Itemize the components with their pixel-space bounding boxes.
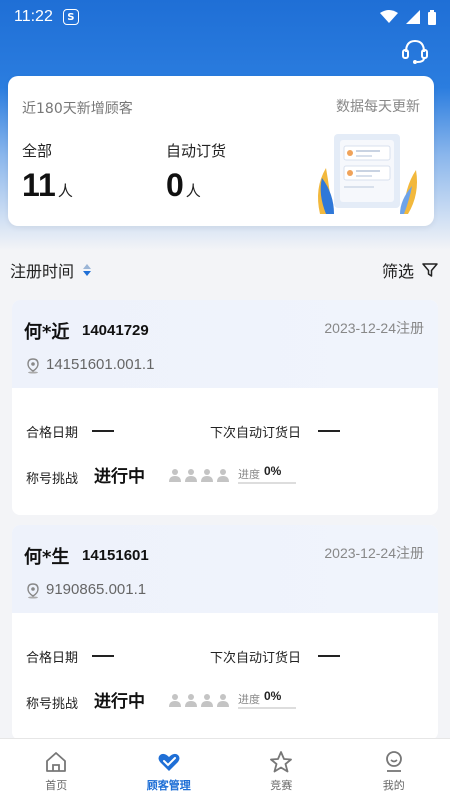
progress-value: 0% xyxy=(264,689,282,703)
new-customers-summary-card: 近180天新增顾客 数据每天更新 全部 11 人 自动订货 0人 xyxy=(8,76,434,226)
home-icon xyxy=(46,752,67,772)
status-icons xyxy=(380,9,436,25)
qualify-date-empty xyxy=(92,430,114,432)
auto-order-stat[interactable]: 自动订货 0人 xyxy=(166,140,226,204)
qualify-date-label: 合格日期 xyxy=(26,651,79,666)
qualify-date-label: 合格日期 xyxy=(26,426,79,441)
person-icon xyxy=(201,469,213,482)
sort-filter-bar: 注册时间 筛选 xyxy=(0,252,450,288)
person-icon xyxy=(217,469,229,482)
total-customers-stat[interactable]: 全部 11 人 xyxy=(22,140,73,204)
app-notification-icon: S xyxy=(62,9,79,25)
auto-order-label: 自动订货 xyxy=(166,142,227,160)
customer-code: 9190865.001.1 xyxy=(46,581,147,598)
nav-label: 我的 xyxy=(382,779,405,792)
battery-icon xyxy=(428,9,436,25)
person-icon xyxy=(185,694,197,707)
signal-icon xyxy=(406,10,420,24)
auto-order-count: 0 xyxy=(166,167,184,203)
update-note: 数据每天更新 xyxy=(336,99,420,115)
nav-competition[interactable]: 竞赛 xyxy=(225,739,338,800)
progress-value: 0% xyxy=(264,464,282,478)
bottom-navigation: 首页 顾客管理 竞赛 我的 xyxy=(0,738,450,800)
sort-toggle-icon[interactable] xyxy=(82,263,92,277)
progress-label: 进度 xyxy=(238,468,260,481)
customer-card-header: 何*生 14151601 2023-12-24注册 9190865.001.1 xyxy=(12,525,438,613)
customer-name: 何*生 xyxy=(24,547,70,568)
registration-date: 2023-12-24注册 xyxy=(324,545,424,561)
qualify-date-empty xyxy=(92,655,114,657)
challenge-status: 进行中 xyxy=(94,467,145,487)
filter-icon xyxy=(422,263,438,277)
challenge-members xyxy=(168,693,230,707)
nav-label: 竞赛 xyxy=(270,779,293,792)
challenge-status: 进行中 xyxy=(94,692,145,712)
sort-by-registration-time[interactable]: 注册时间 xyxy=(10,258,74,282)
filter-label: 筛选 xyxy=(381,262,414,281)
heart-hands-icon xyxy=(158,753,180,771)
total-unit: 人 xyxy=(57,183,73,200)
summary-subtitle: 近180天新增顾客 xyxy=(22,101,133,117)
total-count: 11 xyxy=(22,167,56,203)
nav-profile[interactable]: 我的 xyxy=(338,739,450,800)
wifi-icon xyxy=(380,10,398,23)
person-icon xyxy=(217,694,229,707)
title-challenge-label: 称号挑战 xyxy=(26,472,79,487)
nav-home[interactable]: 首页 xyxy=(0,739,113,800)
customer-card[interactable]: 何*近 14041729 2023-12-24注册 14151601.001.1… xyxy=(12,300,438,515)
person-icon xyxy=(201,694,213,707)
status-time: 11:22 xyxy=(14,8,53,25)
filter-button[interactable]: 筛选 xyxy=(382,258,438,282)
next-auto-order-label: 下次自动订货日 xyxy=(210,426,302,441)
nav-label: 顾客管理 xyxy=(146,779,191,792)
nav-customer-management[interactable]: 顾客管理 xyxy=(113,739,226,800)
person-icon xyxy=(169,694,181,707)
next-auto-order-empty xyxy=(318,430,340,432)
next-auto-order-empty xyxy=(318,655,340,657)
person-icon xyxy=(169,469,181,482)
progress-bar xyxy=(238,482,296,484)
challenge-members xyxy=(168,468,230,482)
customer-card-header: 何*近 14041729 2023-12-24注册 14151601.001.1 xyxy=(12,300,438,388)
clipboard-illustration xyxy=(318,134,417,214)
customer-id: 14151601 xyxy=(82,547,149,564)
profile-icon xyxy=(385,751,402,772)
customer-id: 14041729 xyxy=(82,322,149,339)
nav-label: 首页 xyxy=(45,779,68,792)
location-pin-icon xyxy=(27,583,39,599)
status-bar: 11:22 S xyxy=(0,0,450,34)
auto-order-unit: 人 xyxy=(185,183,201,200)
total-label: 全部 xyxy=(22,142,53,160)
customer-card[interactable]: 何*生 14151601 2023-12-24注册 9190865.001.1 … xyxy=(12,525,438,740)
next-auto-order-label: 下次自动订货日 xyxy=(210,651,302,666)
customer-service-icon[interactable] xyxy=(400,36,430,66)
person-icon xyxy=(185,469,197,482)
customer-code: 14151601.001.1 xyxy=(46,356,155,373)
location-pin-icon xyxy=(27,358,39,374)
progress-label: 进度 xyxy=(238,693,260,706)
progress-bar xyxy=(238,707,296,709)
star-icon xyxy=(270,751,293,773)
customer-name: 何*近 xyxy=(24,322,70,343)
title-challenge-label: 称号挑战 xyxy=(26,697,79,712)
registration-date: 2023-12-24注册 xyxy=(324,320,424,336)
